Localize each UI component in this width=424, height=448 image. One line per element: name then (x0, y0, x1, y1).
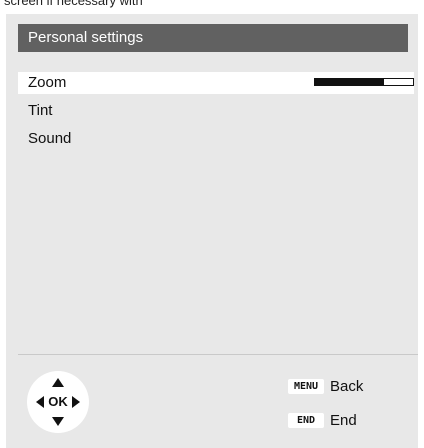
menu-item-label: Sound (28, 130, 72, 147)
arrow-right-icon (72, 396, 80, 408)
menu-item-label: Zoom (28, 74, 67, 91)
zoom-level-fill (315, 79, 384, 85)
settings-panel: Personal settings Zoom Tint Sound OK MEN… (6, 14, 418, 448)
end-label: End (330, 411, 357, 429)
back-label: Back (330, 377, 364, 395)
arrow-left-icon (36, 396, 44, 408)
arrow-up-icon (52, 378, 64, 387)
dpad-navigation-icon: OK (27, 371, 89, 433)
zoom-level-bar[interactable] (314, 78, 414, 86)
panel-header: Personal settings (18, 24, 408, 52)
cropped-caption: screen if necessary with (4, 0, 143, 8)
menu-item-sound[interactable]: Sound (18, 128, 414, 150)
ok-label: OK (48, 394, 68, 409)
menu-item-zoom[interactable]: Zoom (18, 72, 414, 94)
footer-divider (18, 354, 418, 355)
end-key-hint: END End (288, 410, 357, 430)
arrow-down-icon (52, 417, 64, 426)
back-key-hint: MENU Back (288, 376, 363, 396)
settings-menu: Zoom Tint Sound (18, 72, 414, 156)
panel-title: Personal settings (28, 29, 144, 46)
menu-item-label: Tint (28, 102, 53, 119)
menu-item-tint[interactable]: Tint (18, 100, 414, 122)
menu-key-badge: MENU (288, 378, 324, 394)
end-key-badge: END (288, 412, 324, 428)
